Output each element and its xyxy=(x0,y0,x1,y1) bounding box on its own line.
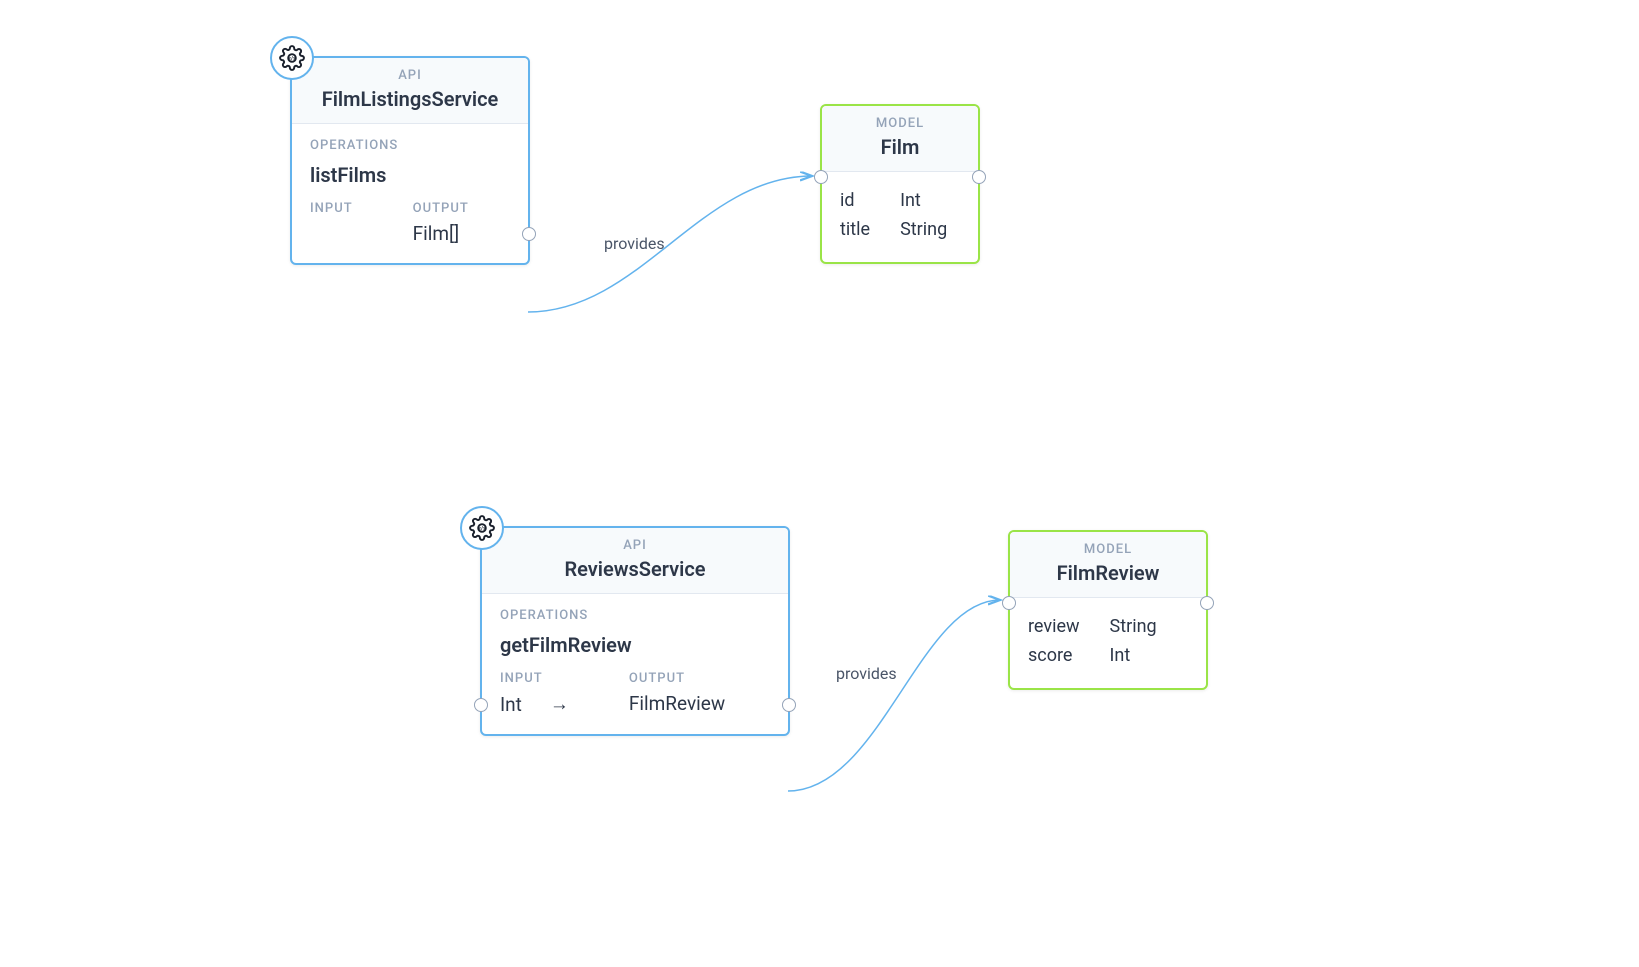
field-row: score Int xyxy=(1028,641,1157,670)
node-header: MODEL FilmReview xyxy=(1010,532,1206,598)
operation-name: listFilms xyxy=(310,163,510,187)
port-right[interactable] xyxy=(972,170,986,184)
edge-label-api1-model1: provides xyxy=(604,234,665,253)
field-type: Int xyxy=(1110,641,1157,670)
node-title: FilmListingsService xyxy=(310,87,510,111)
operations-label: OPERATIONS xyxy=(500,608,770,623)
node-model-filmreview[interactable]: MODEL FilmReview review String score Int xyxy=(1008,530,1208,690)
node-kind-label: API xyxy=(500,538,770,553)
node-body: OPERATIONS getFilmReview INPUT Int → OUT… xyxy=(482,594,788,734)
svg-text:</>: </> xyxy=(288,56,296,62)
svg-text:</>: </> xyxy=(478,526,486,532)
edge-label-api2-model2: provides xyxy=(836,664,897,683)
port-output[interactable] xyxy=(522,227,536,241)
field-name: id xyxy=(840,186,900,215)
node-body: review String score Int xyxy=(1010,598,1206,688)
edge-api1-model1 xyxy=(528,176,812,312)
field-row: id Int xyxy=(840,186,947,215)
port-left[interactable] xyxy=(1002,596,1016,610)
output-label: OUTPUT xyxy=(629,671,725,686)
node-api-filmlistingsservice[interactable]: </> API FilmListingsService OPERATIONS l… xyxy=(290,56,530,265)
input-label: INPUT xyxy=(310,201,353,216)
node-body: id Int title String xyxy=(822,172,978,262)
operations-label: OPERATIONS xyxy=(310,138,510,153)
node-header: API FilmListingsService xyxy=(292,58,528,124)
edge-api2-model2 xyxy=(788,600,1000,791)
node-title: Film xyxy=(840,135,960,159)
input-value: Int xyxy=(500,693,522,716)
node-kind-label: MODEL xyxy=(1028,542,1188,557)
port-output[interactable] xyxy=(782,698,796,712)
field-row: title String xyxy=(840,215,947,244)
output-value: Film[] xyxy=(413,222,469,245)
gear-badge-icon: </> xyxy=(270,36,314,80)
node-kind-label: API xyxy=(310,68,510,83)
diagram-canvas[interactable]: provides provides </> API FilmListingsSe… xyxy=(0,0,1639,967)
field-row: review String xyxy=(1028,612,1157,641)
fields-table: review String score Int xyxy=(1028,612,1157,670)
arrow-icon: → xyxy=(550,692,569,716)
node-header: MODEL Film xyxy=(822,106,978,172)
output-label: OUTPUT xyxy=(413,201,469,216)
field-name: score xyxy=(1028,641,1110,670)
field-name: review xyxy=(1028,612,1110,641)
field-type: String xyxy=(1110,612,1157,641)
input-label: INPUT xyxy=(500,671,569,686)
api-gear-icon: </> xyxy=(469,515,495,541)
field-name: title xyxy=(840,215,900,244)
port-left[interactable] xyxy=(814,170,828,184)
gear-badge-icon: </> xyxy=(460,506,504,550)
node-title: FilmReview xyxy=(1028,561,1188,585)
fields-table: id Int title String xyxy=(840,186,947,244)
field-type: Int xyxy=(900,186,947,215)
field-type: String xyxy=(900,215,947,244)
node-body: OPERATIONS listFilms INPUT OUTPUT Film[] xyxy=(292,124,528,263)
node-api-reviewsservice[interactable]: </> API ReviewsService OPERATIONS getFil… xyxy=(480,526,790,736)
operation-name: getFilmReview xyxy=(500,633,770,657)
node-model-film[interactable]: MODEL Film id Int title String xyxy=(820,104,980,264)
node-title: ReviewsService xyxy=(500,557,770,581)
api-gear-icon: </> xyxy=(279,45,305,71)
port-right[interactable] xyxy=(1200,596,1214,610)
node-header: API ReviewsService xyxy=(482,528,788,594)
node-kind-label: MODEL xyxy=(840,116,960,131)
output-value: FilmReview xyxy=(629,692,725,715)
port-input[interactable] xyxy=(474,698,488,712)
